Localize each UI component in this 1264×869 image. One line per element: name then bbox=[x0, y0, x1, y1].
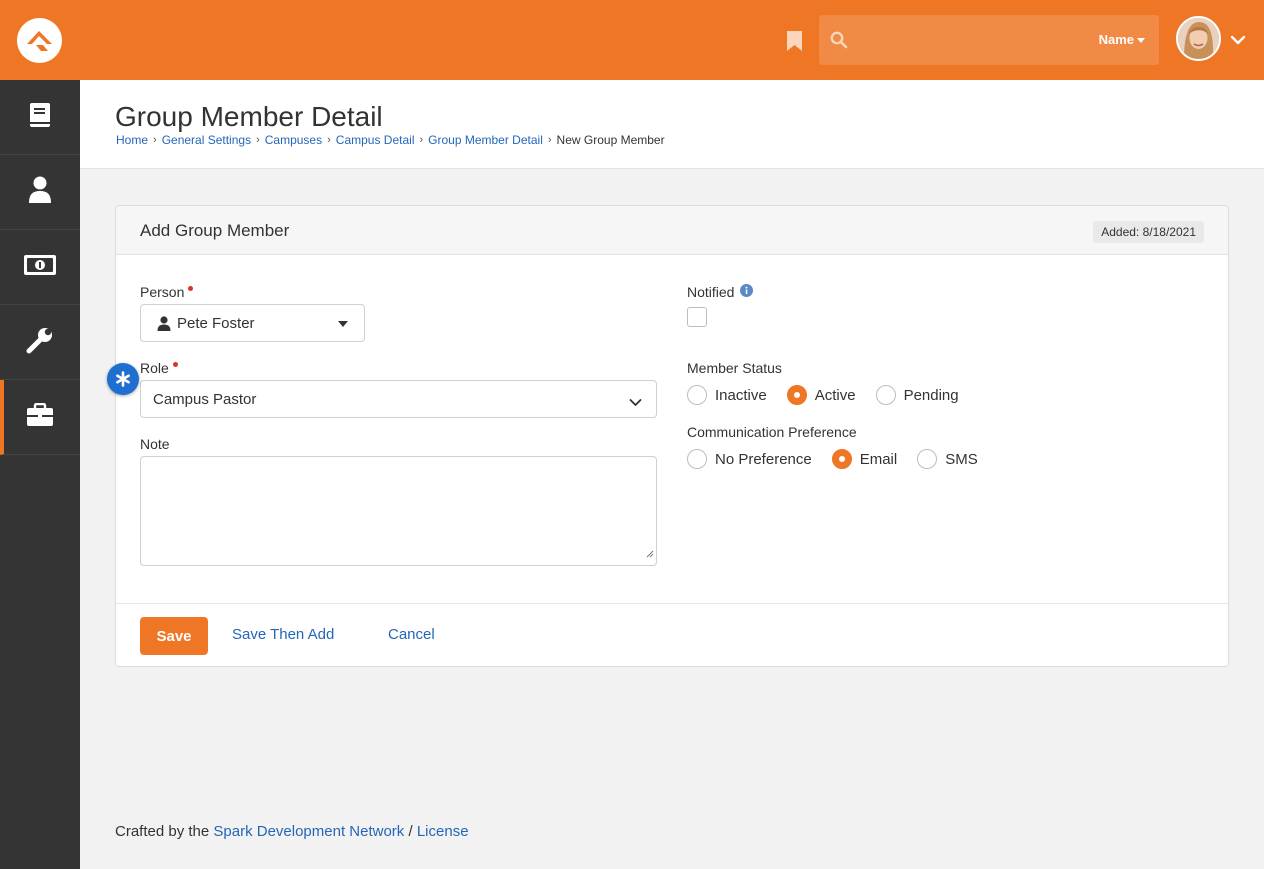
spark-network-link[interactable]: Spark Development Network bbox=[213, 823, 404, 840]
radio-button[interactable] bbox=[917, 449, 938, 469]
breadcrumb-campus-detail[interactable]: Campus Detail bbox=[336, 133, 415, 147]
communication-no-preference-radio[interactable]: No Preference bbox=[687, 449, 812, 469]
add-group-member-panel: Add Group Member Added: 8/18/2021 Person… bbox=[115, 205, 1229, 667]
chevron-down-icon bbox=[629, 394, 642, 412]
user-icon bbox=[28, 176, 52, 209]
breadcrumb-group-member-detail[interactable]: Group Member Detail bbox=[428, 133, 543, 147]
license-link[interactable]: License bbox=[417, 823, 469, 840]
radio-button[interactable] bbox=[687, 449, 707, 469]
page-title: Group Member Detail bbox=[115, 101, 383, 132]
required-indicator bbox=[172, 362, 178, 367]
search-input[interactable] bbox=[859, 27, 1079, 53]
wrench-icon bbox=[26, 326, 54, 359]
radio-label: SMS bbox=[945, 450, 978, 468]
radio-button[interactable] bbox=[875, 385, 896, 405]
breadcrumb-separator-icon: › bbox=[547, 134, 552, 146]
resize-grip-icon[interactable] bbox=[646, 545, 654, 563]
radio-button-checked[interactable] bbox=[831, 449, 852, 469]
page-header: Group Member Detail Home › General Setti… bbox=[80, 80, 1264, 169]
radio-label: No Preference bbox=[715, 450, 812, 468]
notified-label-text: Notified bbox=[687, 284, 735, 300]
required-indicator bbox=[188, 286, 194, 291]
breadcrumb-separator-icon: › bbox=[327, 134, 331, 146]
role-select[interactable]: Campus Pastor bbox=[140, 380, 657, 418]
rock-logo-icon[interactable] bbox=[17, 18, 62, 63]
top-bar: Name bbox=[0, 0, 1264, 80]
briefcase-icon bbox=[26, 402, 54, 432]
communication-sms-radio[interactable]: SMS bbox=[917, 449, 978, 469]
money-icon bbox=[23, 254, 57, 281]
panel-title: Add Group Member bbox=[140, 221, 290, 240]
breadcrumb-separator-icon: › bbox=[153, 134, 157, 146]
communication-preference-radio-group: No Preference Email SMS bbox=[687, 449, 998, 469]
notified-label: Notified bbox=[687, 284, 754, 300]
role-label-text: Role bbox=[140, 360, 169, 376]
save-then-add-button[interactable]: Save Then Add bbox=[232, 626, 334, 643]
person-icon bbox=[157, 316, 171, 336]
person-picker[interactable]: Pete Foster bbox=[140, 304, 365, 342]
sidebar-item-tools[interactable] bbox=[0, 305, 80, 380]
person-picker-value: Pete Foster bbox=[177, 315, 255, 332]
radio-button-checked[interactable] bbox=[786, 385, 807, 405]
footer-prefix: Crafted by the bbox=[115, 823, 210, 840]
breadcrumb-separator-icon: › bbox=[419, 134, 424, 146]
sidebar-item-admin[interactable] bbox=[0, 380, 80, 455]
caret-down-icon bbox=[1137, 38, 1145, 44]
radio-label: Email bbox=[859, 450, 898, 468]
member-status-inactive-radio[interactable]: Inactive bbox=[687, 385, 767, 405]
search-bar: Name bbox=[819, 15, 1159, 65]
sidebar-item-book[interactable] bbox=[0, 80, 80, 155]
communication-email-radio[interactable]: Email bbox=[831, 449, 898, 469]
communication-preference-label: Communication Preference bbox=[687, 424, 857, 440]
member-status-radio-group: Inactive Active Pending bbox=[687, 385, 979, 405]
cancel-button[interactable]: Cancel bbox=[388, 626, 435, 643]
role-select-value: Campus Pastor bbox=[153, 391, 257, 408]
panel-heading: Add Group Member Added: 8/18/2021 bbox=[116, 206, 1228, 255]
note-label: Note bbox=[140, 436, 170, 452]
footer-separator: / bbox=[408, 823, 413, 840]
person-label: Person bbox=[140, 284, 194, 300]
page-footer: Crafted by the Spark Development Network… bbox=[115, 823, 469, 840]
save-button[interactable]: Save bbox=[140, 617, 208, 655]
breadcrumb-separator-icon: › bbox=[256, 134, 260, 146]
sidebar bbox=[0, 80, 80, 869]
notified-checkbox[interactable] bbox=[687, 307, 707, 327]
member-status-label: Member Status bbox=[687, 360, 782, 376]
sidebar-item-finance[interactable] bbox=[0, 230, 80, 305]
radio-label: Inactive bbox=[715, 386, 767, 404]
breadcrumb-general-settings[interactable]: General Settings bbox=[162, 133, 251, 147]
member-status-pending-radio[interactable]: Pending bbox=[875, 385, 959, 405]
user-avatar[interactable] bbox=[1176, 16, 1221, 61]
breadcrumb-home[interactable]: Home bbox=[116, 133, 148, 147]
radio-label: Active bbox=[814, 386, 856, 404]
info-icon[interactable] bbox=[740, 284, 754, 300]
radio-button[interactable] bbox=[687, 385, 707, 405]
chevron-down-icon[interactable] bbox=[1230, 33, 1246, 45]
role-label: Role bbox=[140, 360, 178, 376]
panel-footer: Save Save Then Add Cancel bbox=[116, 603, 1228, 667]
bookmark-icon[interactable] bbox=[786, 30, 803, 52]
book-icon bbox=[29, 102, 51, 133]
search-icon bbox=[830, 31, 848, 49]
search-filter-dropdown[interactable]: Name bbox=[1099, 32, 1145, 47]
breadcrumb-campuses[interactable]: Campuses bbox=[265, 133, 322, 147]
breadcrumb: Home › General Settings › Campuses › Cam… bbox=[116, 133, 665, 147]
person-label-text: Person bbox=[140, 284, 185, 300]
caret-down-icon bbox=[338, 321, 348, 327]
radio-label: Pending bbox=[903, 386, 959, 404]
search-filter-label: Name bbox=[1098, 32, 1134, 47]
sidebar-item-people[interactable] bbox=[0, 155, 80, 230]
breadcrumb-current: New Group Member bbox=[556, 133, 665, 147]
asterisk-icon bbox=[107, 363, 139, 395]
note-textarea[interactable] bbox=[140, 456, 657, 566]
added-date-badge: Added: 8/18/2021 bbox=[1093, 221, 1204, 243]
member-status-active-radio[interactable]: Active bbox=[786, 385, 856, 405]
